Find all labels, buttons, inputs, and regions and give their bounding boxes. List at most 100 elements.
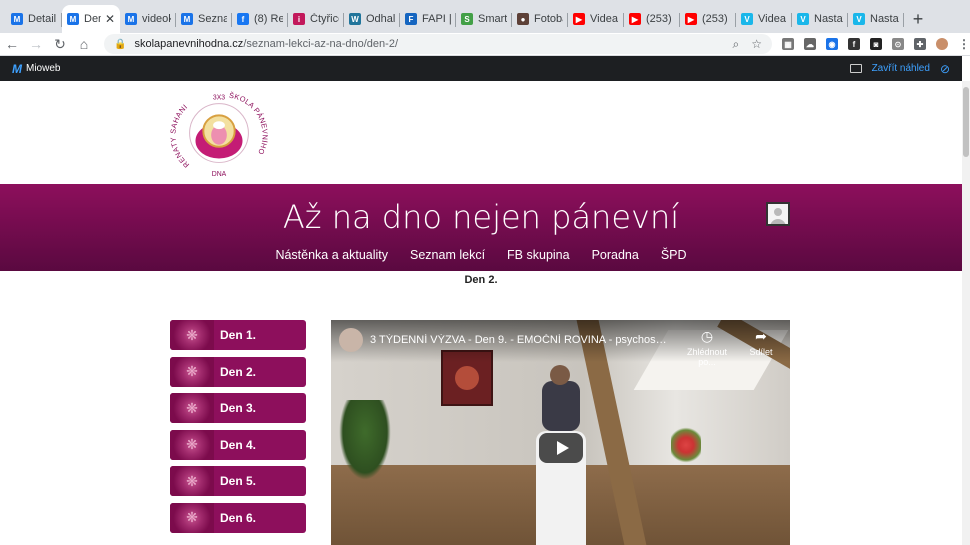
lesson-item[interactable]: ❋ Den 6. — [170, 502, 306, 533]
tab-label: Fotoba — [534, 13, 563, 25]
profile-avatar[interactable] — [936, 38, 948, 50]
extension-icon[interactable]: ▦ — [782, 38, 794, 50]
video-title[interactable]: 3 TÝDENNÍ VÝZVA - Den 9. - EMOČNÍ ROVINA… — [370, 334, 670, 346]
vimeo-favicon-icon: V — [797, 13, 809, 25]
mioweb-favicon-icon: M — [125, 13, 137, 25]
clock-icon: ◷ — [700, 328, 714, 344]
lesson-item[interactable]: ❋ Den 3. — [170, 393, 306, 423]
video-player[interactable]: 3 TÝDENNÍ VÝZVA - Den 9. - EMOČNÍ ROVINA… — [331, 320, 790, 545]
browser-toolbar: ← → ↻ ⌂ 🔒 skolapanevnihodna.cz/seznam-le… — [0, 33, 970, 56]
shield-extension-icon[interactable]: ◉ — [826, 38, 838, 50]
monitor-icon[interactable] — [849, 64, 862, 73]
lesson-label: Den 6. — [220, 510, 257, 525]
mandala-icon: ❋ — [170, 502, 214, 533]
close-preview-link[interactable]: Zavřít náhled — [872, 63, 930, 74]
nav-fb-group[interactable]: FB skupina — [507, 248, 570, 262]
browser-tab[interactable]: Mvideoko — [120, 5, 176, 33]
reload-button[interactable]: ↻ — [48, 33, 72, 56]
nav-spd[interactable]: ŠPD — [661, 248, 687, 262]
browser-tab[interactable]: F FAPI | — [400, 5, 456, 33]
url-host: skolapanevnihodna.cz — [134, 38, 244, 50]
address-bar[interactable]: 🔒 skolapanevnihodna.cz/seznam-lekci-az-n… — [104, 34, 772, 54]
lesson-item[interactable]: ❋ Den 2. — [170, 356, 306, 387]
page-scrollbar[interactable] — [962, 81, 970, 545]
tab-label: Smartf — [478, 13, 507, 25]
browser-tab[interactable]: V Videa z — [736, 5, 792, 33]
painting-mandala — [455, 366, 479, 390]
back-button[interactable]: ← — [0, 33, 24, 56]
mandala-icon: ❋ — [170, 356, 214, 387]
lesson-item[interactable]: ❋ Den 5. — [170, 466, 306, 496]
site-logo[interactable]: 3X3 RENATY SAHANI ŠKOLA PÁNEVNÍHO DNA — [170, 86, 268, 184]
tab-label: Videa z — [758, 13, 787, 25]
eye-off-icon[interactable]: ⊘ — [940, 62, 950, 76]
user-avatar[interactable] — [766, 202, 790, 226]
site-title: Až na dno nejen pánevní — [282, 198, 680, 236]
logo-left-text: RENATY SAHANI — [170, 102, 190, 169]
forward-button[interactable]: → — [24, 33, 48, 56]
browser-tab[interactable]: W Odhalo — [344, 5, 400, 33]
facebook-favicon-icon: f — [237, 13, 249, 25]
zoom-icon[interactable]: ⌕ — [733, 37, 740, 52]
mioweb-brand: Mioweb — [26, 63, 61, 74]
vimeo-favicon-icon: V — [853, 13, 865, 25]
browser-tab[interactable]: i Čtyřice — [288, 5, 344, 33]
browser-tab[interactable]: f (8) Re — [232, 5, 288, 33]
grammarly-extension-icon[interactable]: ⊙ — [892, 38, 904, 50]
browser-tab[interactable]: ▶ (253) D — [624, 5, 680, 33]
lock-icon: 🔒 — [114, 38, 127, 50]
browser-tab[interactable]: ▶ (253) S — [680, 5, 736, 33]
cloud-extension-icon[interactable]: ☁ — [804, 38, 816, 50]
wordpress-favicon-icon: W — [349, 13, 361, 25]
mioweb-favicon-icon: M — [11, 13, 23, 25]
mioweb-logo-icon: M — [12, 61, 22, 76]
play-button[interactable] — [539, 433, 583, 463]
scrollbar-thumb[interactable] — [963, 87, 969, 157]
browser-tab[interactable]: ▶ Videa ( — [568, 5, 624, 33]
bookmark-star-icon[interactable]: ☆ — [751, 37, 762, 52]
close-tab-icon[interactable]: ✕ — [105, 12, 115, 26]
browser-tab[interactable]: S Smartf — [456, 5, 512, 33]
tab-label: Detail — [28, 13, 57, 25]
camera-extension-icon[interactable]: ◙ — [870, 38, 882, 50]
facebook-extension-icon[interactable]: f — [848, 38, 860, 50]
tab-label: Čtyřice — [310, 13, 339, 25]
watch-later-button[interactable]: ◷ Zhlédnout po... — [685, 328, 729, 367]
lesson-item[interactable]: ❋ Den 1. — [170, 320, 306, 350]
home-icon[interactable]: ⌂ — [72, 33, 96, 56]
browser-tab[interactable]: M Detail — [6, 5, 62, 33]
youtube-favicon-icon: ▶ — [573, 13, 585, 25]
video-frame-plant — [339, 400, 391, 480]
share-button[interactable]: ➦ Sdílet — [739, 328, 783, 357]
play-icon — [556, 441, 569, 455]
browser-tab[interactable]: M Den ✕ — [62, 5, 120, 33]
page-breadcrumb: Den 2. — [464, 274, 498, 286]
browser-tab[interactable]: V Nastav — [792, 5, 848, 33]
nav-dashboard[interactable]: Nástěnka a aktuality — [275, 248, 388, 262]
nav-advice[interactable]: Poradna — [592, 248, 639, 262]
tab-label: Sezna — [198, 13, 227, 25]
lesson-label: Den 2. — [220, 364, 257, 379]
mandala-icon: ❋ — [170, 393, 214, 423]
nav-lesson-list[interactable]: Seznam lekcí — [410, 248, 485, 262]
tab-label: FAPI | — [422, 13, 451, 25]
browser-tab[interactable]: M Sezna — [176, 5, 232, 33]
tab-label: videoko — [142, 13, 171, 25]
lesson-label: Den 4. — [220, 437, 257, 452]
person-torso — [542, 381, 580, 431]
browser-tab[interactable]: ● Fotoba — [512, 5, 568, 33]
smart-favicon-icon: S — [461, 13, 473, 25]
site-banner: Až na dno nejen pánevní Nástěnka a aktua… — [0, 184, 962, 271]
mioweb-logo[interactable]: M Mioweb — [12, 62, 60, 76]
avatar-body — [770, 219, 786, 224]
channel-avatar[interactable] — [339, 328, 363, 352]
youtube-favicon-icon: ▶ — [685, 13, 697, 25]
browser-tab[interactable]: V Nastav — [848, 5, 904, 33]
menu-kebab-icon[interactable]: ⋮ — [958, 37, 970, 51]
tab-label: Nastav — [870, 13, 899, 25]
logo-top-text: 3X3 — [213, 95, 225, 102]
puzzle-icon[interactable]: ✚ — [914, 38, 926, 50]
logo-bottom-text: DNA — [212, 171, 227, 178]
lesson-item[interactable]: ❋ Den 4. — [170, 429, 306, 460]
new-tab-button[interactable]: + — [904, 5, 932, 33]
